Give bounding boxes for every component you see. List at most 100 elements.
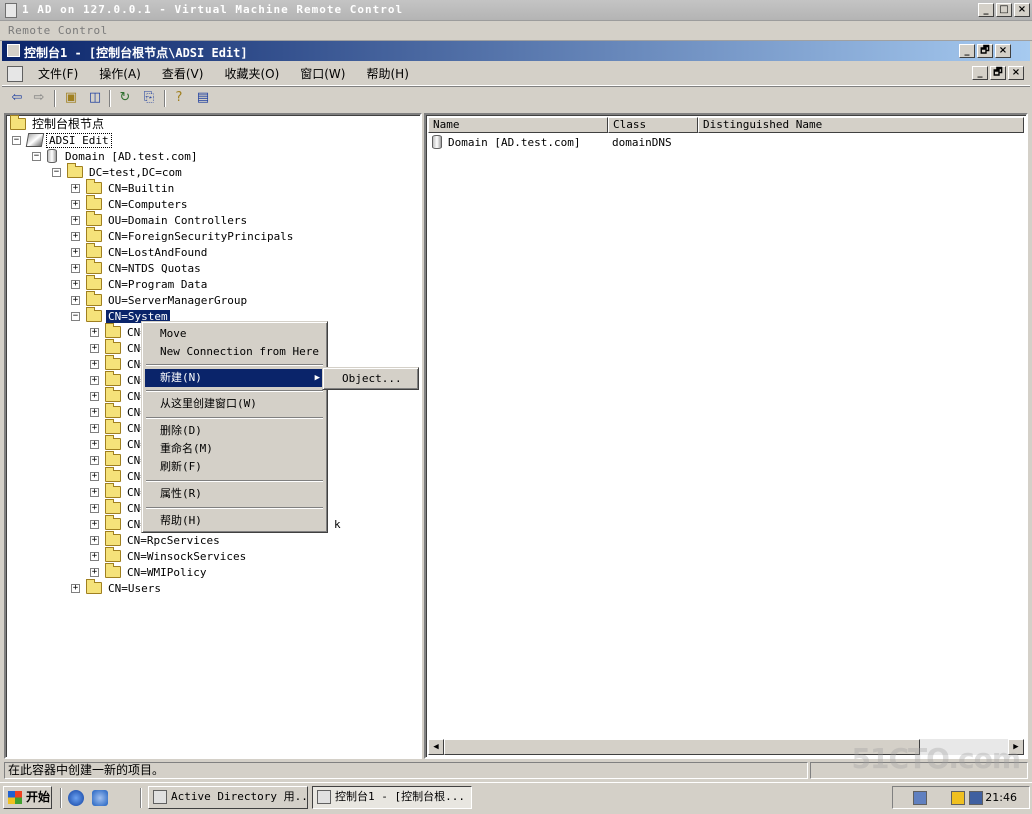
column-header-class[interactable]: Class (608, 117, 698, 133)
context-menu: Move New Connection from Here 新建(N) ▶ 从这… (141, 321, 328, 533)
toolbar-separator (54, 90, 56, 107)
tree-row-computers[interactable]: + CN=Computers (71, 195, 189, 212)
menu-item-delete[interactable]: 删除(D) (145, 422, 324, 440)
expand-icon[interactable]: + (90, 503, 99, 513)
menu-item-rename[interactable]: 重命名(M) (145, 440, 324, 458)
column-header-dn[interactable]: Distinguished Name (698, 117, 1024, 133)
expand-icon[interactable]: + (90, 487, 99, 497)
expand-icon[interactable]: + (71, 263, 80, 273)
tree-row-dc[interactable]: − DC=test,DC=com (52, 163, 184, 180)
menu-item-new-connection[interactable]: New Connection from Here (145, 343, 324, 361)
menu-help[interactable]: 帮助(H) (358, 66, 416, 82)
up-folder-icon[interactable]: ▣ (62, 90, 80, 107)
expand-icon[interactable]: + (90, 343, 99, 353)
menu-window[interactable]: 窗口(W) (292, 66, 353, 82)
tree-row-program-data[interactable]: + CN=Program Data (71, 275, 209, 292)
tree-row-rpcservices[interactable]: + CN=RpcServices (90, 531, 222, 548)
list-item[interactable]: Domain [AD.test.com] domainDNS (432, 134, 702, 150)
tree-row-domain-controllers[interactable]: + OU=Domain Controllers (71, 211, 249, 228)
child-close-button[interactable]: × (1008, 66, 1024, 80)
expand-icon[interactable]: + (90, 375, 99, 385)
expand-icon[interactable]: + (71, 215, 80, 225)
expand-icon[interactable]: + (90, 519, 99, 529)
vm-title-bar[interactable]: 1 AD on 127.0.0.1 - Virtual Machine Remo… (0, 0, 1032, 21)
list-pane[interactable]: Name Class Distinguished Name Domain [AD… (424, 113, 1028, 759)
expand-icon[interactable]: + (90, 551, 99, 561)
folder-icon (86, 243, 102, 258)
expand-icon[interactable]: + (90, 439, 99, 449)
expand-icon[interactable]: + (90, 423, 99, 433)
tree-row-builtin[interactable]: + CN=Builtin (71, 179, 176, 196)
export-list-icon[interactable]: ⎘ (140, 90, 158, 107)
scroll-thumb[interactable] (444, 739, 920, 755)
vm-maximize-button[interactable]: □ (996, 3, 1012, 17)
menu-file[interactable]: 文件(F) (30, 66, 86, 82)
help-icon[interactable]: ? (170, 90, 188, 107)
network-connection-icon[interactable] (969, 791, 983, 805)
expand-icon[interactable]: + (90, 407, 99, 417)
tree-row-ntds-quotas[interactable]: + CN=NTDS Quotas (71, 259, 203, 276)
network-icon[interactable] (913, 791, 927, 805)
menu-favorites[interactable]: 收藏夹(O) (216, 66, 287, 82)
tree-row-winsockservices[interactable]: + CN=WinsockServices (90, 547, 248, 564)
collapse-icon[interactable]: − (12, 135, 21, 145)
expand-icon[interactable]: + (71, 279, 80, 289)
menu-item-object[interactable]: Object... (326, 370, 415, 388)
scroll-left-icon[interactable]: ◀ (428, 739, 444, 755)
tree-row-servermanagergroup[interactable]: + OU=ServerManagerGroup (71, 291, 249, 308)
expand-icon[interactable]: + (90, 359, 99, 369)
start-button[interactable]: 开始 (3, 786, 52, 809)
expand-icon[interactable]: + (71, 231, 80, 241)
menu-item-properties[interactable]: 属性(R) (145, 485, 324, 503)
tree-row-foreign-security[interactable]: + CN=ForeignSecurityPrincipals (71, 227, 295, 244)
expand-icon[interactable]: + (90, 567, 99, 577)
mmc-minimize-button[interactable]: _ (959, 44, 975, 58)
mmc-title-bar[interactable]: 控制台1 - [控制台根节点\ADSI Edit] _ 🗗 × (2, 41, 1030, 61)
tree-row-users[interactable]: + CN=Users (71, 579, 163, 596)
tree-row-lostandfound[interactable]: + CN=LostAndFound (71, 243, 209, 260)
outlook-express-icon[interactable] (92, 790, 108, 806)
tree-row-adsi[interactable]: − ADSI Edit (12, 132, 112, 148)
expand-icon[interactable]: + (90, 535, 99, 545)
expand-icon[interactable]: + (90, 471, 99, 481)
show-hide-tree-icon[interactable]: ◫ (86, 90, 104, 107)
menu-item-refresh[interactable]: 刷新(F) (145, 458, 324, 476)
tree-label: ADSI Edit (46, 132, 112, 148)
expand-icon[interactable]: + (90, 327, 99, 337)
vm-close-button[interactable]: × (1014, 3, 1030, 17)
expand-icon[interactable]: + (71, 183, 80, 193)
mmc-restore-button[interactable]: 🗗 (977, 44, 993, 58)
tree-row-wmipolicy[interactable]: + CN=WMIPolicy (90, 563, 208, 580)
tree-row-root[interactable]: 控制台根节点 (10, 115, 106, 132)
refresh-icon[interactable]: ↻ (116, 90, 134, 107)
task-console[interactable]: 控制台1 - [控制台根... (312, 786, 472, 809)
forward-arrow-icon[interactable]: ⇨ (30, 90, 48, 107)
tree-row-domain[interactable]: − Domain [AD.test.com] (32, 148, 199, 164)
properties-icon[interactable]: ▤ (194, 90, 212, 107)
task-active-directory[interactable]: Active Directory 用... (148, 786, 308, 809)
back-arrow-icon[interactable]: ⇦ (8, 90, 26, 107)
collapse-icon[interactable]: − (32, 151, 41, 161)
menu-item-help[interactable]: 帮助(H) (145, 512, 324, 530)
child-minimize-button[interactable]: _ (972, 66, 988, 80)
expand-icon[interactable]: + (90, 455, 99, 465)
expand-icon[interactable]: + (71, 295, 80, 305)
menu-view[interactable]: 查看(V) (154, 66, 212, 82)
expand-icon[interactable]: + (71, 199, 80, 209)
column-header-name[interactable]: Name (428, 117, 608, 133)
menu-item-new-window[interactable]: 从这里创建窗口(W) (145, 395, 324, 413)
console-icon[interactable] (7, 66, 23, 82)
collapse-icon[interactable]: − (71, 311, 80, 321)
menu-item-new[interactable]: 新建(N) ▶ (145, 369, 324, 387)
expand-icon[interactable]: + (90, 391, 99, 401)
child-restore-button[interactable]: 🗗 (990, 66, 1006, 80)
menu-item-move[interactable]: Move (145, 325, 324, 343)
mmc-close-button[interactable]: × (995, 44, 1011, 58)
collapse-icon[interactable]: − (52, 167, 61, 177)
expand-icon[interactable]: + (71, 247, 80, 257)
vm-minimize-button[interactable]: _ (978, 3, 994, 17)
security-shield-icon[interactable] (951, 791, 965, 805)
internet-explorer-icon[interactable] (68, 790, 84, 806)
expand-icon[interactable]: + (71, 583, 80, 593)
menu-action[interactable]: 操作(A) (91, 66, 149, 82)
